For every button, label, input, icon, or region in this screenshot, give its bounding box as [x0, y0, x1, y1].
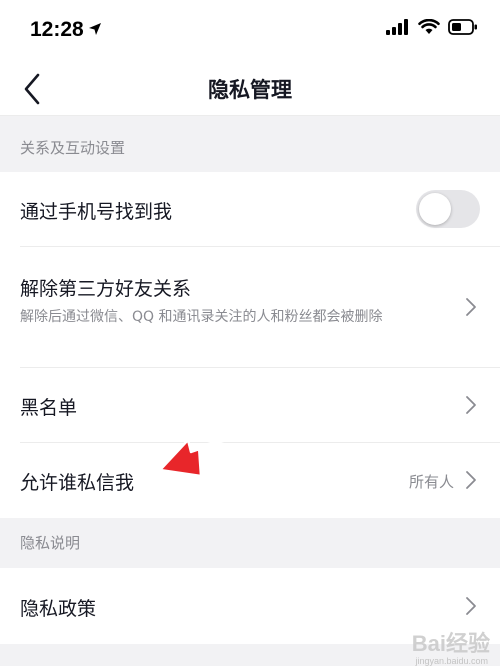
- row-label: 黑名单: [20, 397, 78, 419]
- chevron-right-icon: [466, 396, 476, 414]
- chevron-right-icon: [466, 298, 476, 316]
- watermark-sub: jingyan.baidu.com: [415, 656, 488, 666]
- status-bar: 12:28: [0, 0, 500, 62]
- toggle-knob: [419, 193, 451, 225]
- section-header-privacy: 隐私说明: [20, 534, 81, 552]
- battery-icon: [448, 19, 477, 35]
- baidu-watermark: Bai经验: [412, 626, 490, 658]
- status-icons: [386, 19, 478, 35]
- row-label: 解除第三方好友关系: [20, 278, 192, 300]
- chevron-right-icon: [466, 597, 476, 615]
- relations-group: 通过手机号找到我 解除第三方好友关系 解除后通过微信、QQ 和通讯录关注的人和粉…: [0, 172, 500, 518]
- row-blacklist[interactable]: 黑名单: [0, 367, 500, 442]
- find-by-phone-toggle[interactable]: [416, 190, 480, 228]
- watermark-brand: Bai经验: [411, 631, 490, 656]
- status-time: 12:28: [30, 18, 84, 41]
- location-arrow-icon: [89, 23, 101, 35]
- row-third-party[interactable]: 解除第三方好友关系 解除后通过微信、QQ 和通讯录关注的人和粉丝都会被删除: [0, 246, 500, 367]
- row-description: 解除后通过微信、QQ 和通讯录关注的人和粉丝都会被删除: [20, 309, 383, 325]
- cellular-signal-icon: [386, 19, 408, 35]
- page-title: 隐私管理: [208, 78, 292, 102]
- row-label: 隐私政策: [20, 598, 97, 620]
- row-value: 所有人: [408, 473, 454, 491]
- nav-bar: 隐私管理: [0, 62, 500, 116]
- row-label: 允许谁私信我: [20, 472, 135, 494]
- row-label: 通过手机号找到我: [20, 201, 173, 223]
- row-find-by-phone: 通过手机号找到我: [0, 172, 500, 246]
- section-header-relations: 关系及互动设置: [20, 139, 126, 157]
- wifi-icon: [418, 19, 440, 34]
- row-who-can-message[interactable]: 允许谁私信我 所有人: [0, 442, 500, 518]
- chevron-right-icon: [466, 471, 476, 489]
